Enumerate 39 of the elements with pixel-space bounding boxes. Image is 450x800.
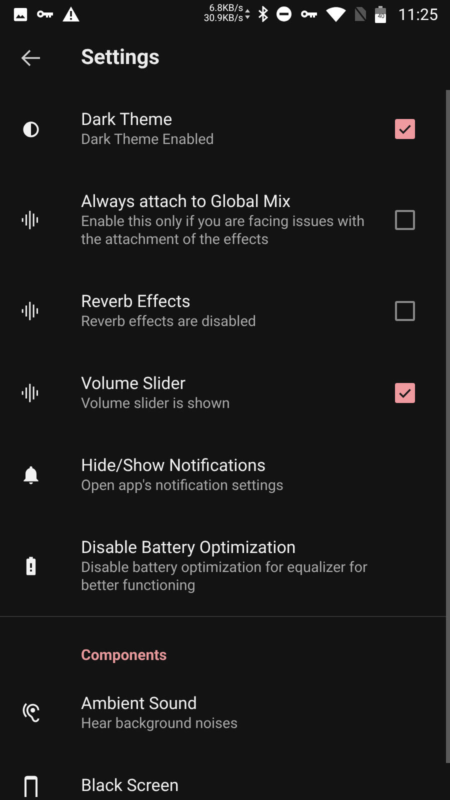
checkmark-icon [398, 386, 412, 400]
checkbox[interactable] [395, 210, 415, 230]
setting-title: Reverb Effects [81, 291, 192, 313]
setting-title: Always attach to Global Mix [81, 191, 292, 213]
setting-summary: Enable this only if you are facing issues with the attachment of the effects [81, 213, 366, 249]
setting-summary: Open app's notification settings [81, 477, 284, 495]
scrollbar[interactable] [446, 90, 450, 763]
battery-icon [375, 6, 386, 22]
do-not-disturb-icon [276, 6, 292, 22]
setting-title: Volume Slider [81, 373, 187, 395]
setting-summary: Volume slider is shown [81, 395, 231, 413]
checkbox[interactable] [395, 119, 415, 139]
key-icon [36, 8, 54, 20]
setting-title: Dark Theme [81, 109, 174, 131]
key-icon [300, 8, 318, 20]
setting-summary: Disable battery optimization for equalizer for better functioning [81, 559, 368, 595]
checkbox[interactable] [395, 383, 415, 403]
no-sim-icon [354, 6, 368, 22]
download-speed: 30.9KB/s [204, 14, 244, 24]
setting-title: Ambient Sound [81, 693, 198, 715]
bluetooth-icon [258, 6, 268, 22]
screen-title: Settings [81, 46, 160, 70]
upload-speed: 6.8KB/s [209, 4, 244, 14]
setting-title: Hide/Show Notifications [81, 455, 267, 477]
wifi-icon [326, 6, 346, 22]
section-header: Components [80, 645, 168, 666]
setting-title: Disable Battery Optimization [81, 537, 297, 559]
setting-title: Black Screen [81, 775, 180, 797]
checkbox[interactable] [395, 301, 415, 321]
image-icon [13, 6, 28, 22]
ear-icon [20, 702, 42, 724]
warning-icon [62, 6, 80, 22]
setting-summary: Hear background noises [81, 715, 239, 733]
checkmark-icon [398, 122, 412, 136]
setting-summary: Reverb effects are disabled [81, 313, 258, 331]
back-arrow-icon [21, 49, 41, 67]
transfer-arrows-icon [245, 8, 250, 20]
clock-time: 11:25 [398, 4, 438, 24]
setting-summary: Dark Theme Enabled [81, 131, 215, 149]
